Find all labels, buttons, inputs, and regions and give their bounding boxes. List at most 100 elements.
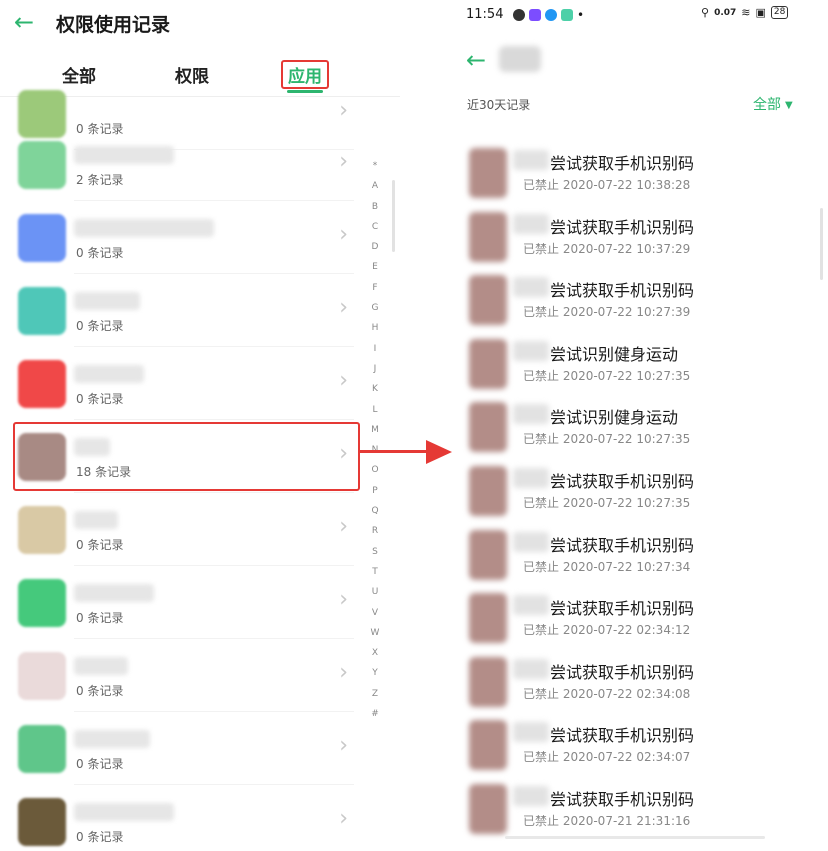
net-speed: 0.07 (714, 7, 737, 18)
scrollbar[interactable] (820, 208, 823, 280)
filter-dropdown[interactable]: 全部 ▼ (753, 94, 793, 114)
record-title: 尝试识别健身运动 (550, 344, 679, 364)
app-list-item[interactable]: 0 条记录 › (14, 713, 354, 785)
alphabet-letter[interactable]: L (366, 400, 384, 420)
app-list-item[interactable]: 0 条记录 › (14, 202, 354, 274)
record-title: 尝试获取手机识别码 (550, 599, 695, 619)
app-notification-icon (545, 9, 557, 21)
chevron-right-icon: › (339, 514, 348, 539)
alphabet-letter[interactable]: H (366, 318, 384, 338)
record-title: 尝试获取手机识别码 (550, 472, 695, 491)
alphabet-letter[interactable]: K (366, 379, 384, 399)
divider (74, 638, 354, 639)
app-icon (469, 529, 507, 580)
record-item: 尝试获取手机识别码已禁止 2020-07-22 10:27:35 (455, 458, 828, 522)
back-arrow-icon[interactable]: ← (14, 10, 34, 34)
alphabet-index[interactable]: *ABCDEFGHIJKLMNOPQRSTUVWXYZ# (366, 156, 384, 724)
app-list-item[interactable]: 0 条记录 › (14, 786, 354, 851)
record-status: 已禁止 2020-07-22 10:27:34 (523, 559, 691, 574)
record-count: 0 条记录 (76, 538, 124, 552)
alphabet-letter[interactable]: M (366, 420, 384, 440)
filter-label: 近30天记录 (467, 98, 531, 112)
divider (74, 492, 354, 493)
alphabet-letter[interactable]: # (366, 704, 384, 724)
alphabet-letter[interactable]: A (366, 176, 384, 196)
app-name-blurred (513, 340, 549, 361)
app-name-blurred (513, 722, 549, 743)
divider (74, 273, 354, 274)
network-icon: ⚲ (701, 6, 710, 19)
alphabet-letter[interactable]: V (366, 603, 384, 623)
app-name-blurred (513, 404, 549, 425)
divider (74, 200, 354, 201)
app-icon (18, 725, 66, 773)
app-notification-icon (529, 9, 541, 21)
alphabet-letter[interactable]: X (366, 643, 384, 663)
alphabet-letter[interactable]: * (366, 156, 384, 176)
app-list-item[interactable]: 0 条记录 › (14, 640, 354, 712)
alphabet-letter[interactable]: C (366, 217, 384, 237)
battery-icon: 28 (770, 6, 789, 19)
alphabet-letter[interactable]: W (366, 623, 384, 643)
app-list-item[interactable]: 0 条记录 › (14, 348, 354, 420)
alphabet-letter[interactable]: U (366, 582, 384, 602)
app-icon (18, 506, 66, 554)
app-name-blurred (74, 730, 150, 748)
nfc-icon: ▣ (755, 6, 766, 19)
alphabet-letter[interactable]: T (366, 562, 384, 582)
app-list-item[interactable]: 0 条记录 › (14, 567, 354, 639)
app-name-blurred (74, 584, 154, 602)
alphabet-letter[interactable]: F (366, 278, 384, 298)
record-item: 尝试获取手机识别码 已禁止 2020-07-22 02:34:12 (455, 585, 828, 649)
scrollbar[interactable] (392, 180, 395, 252)
alphabet-letter[interactable]: Q (366, 501, 384, 521)
home-indicator (505, 836, 765, 839)
back-arrow-icon[interactable]: ← (466, 48, 486, 72)
notification-icons: • (513, 8, 584, 22)
record-count: 0 条记录 (76, 392, 124, 406)
alphabet-letter[interactable]: O (366, 460, 384, 480)
record-status: 已禁止 2020-07-22 10:38:28 (523, 178, 691, 192)
record-item: 尝试获取手机识别码 已禁止 2020-07-22 10:37:29 (455, 204, 828, 268)
alphabet-letter[interactable]: P (366, 481, 384, 501)
record-status: 已禁止 2020-07-22 10:27:35 (523, 496, 691, 510)
alphabet-letter[interactable]: J (366, 359, 384, 379)
record-item: 尝试获取手机识别码 已禁止 2020-07-22 10:27:39 (455, 267, 828, 331)
app-list-item[interactable]: 0 条记录 › (14, 275, 354, 347)
record-count: 0 条记录 (76, 757, 124, 771)
app-list-item[interactable]: 0 条记录 › (14, 494, 354, 566)
alphabet-letter[interactable]: Y (366, 663, 384, 683)
app-icon (18, 360, 66, 408)
record-title: 尝试获取手机识别码 (550, 726, 695, 746)
record-status: 已禁止 2020-07-22 02:34:07 (523, 750, 691, 765)
app-icon (18, 798, 66, 846)
app-name-blurred (513, 213, 549, 234)
record-item: 尝试获取手机识别码 已禁止 2020-07-22 10:27:34 (455, 522, 828, 586)
alphabet-letter[interactable]: Z (366, 684, 384, 704)
record-title: 尝试获取手机识别码 (550, 217, 695, 237)
divider (74, 419, 354, 420)
alphabet-letter[interactable]: B (366, 197, 384, 217)
divider (74, 346, 354, 347)
record-title: 尝试获取手机识别码 (550, 281, 695, 301)
app-icon (469, 466, 507, 516)
alphabet-letter[interactable]: D (366, 237, 384, 257)
dropdown-caret-icon: ▼ (785, 100, 793, 111)
app-icon (18, 579, 66, 627)
chevron-right-icon: › (339, 733, 348, 758)
app-list-item[interactable]: 2 条记录 › (14, 129, 354, 201)
alphabet-letter[interactable]: G (366, 298, 384, 318)
record-count: 0 条记录 (76, 611, 124, 625)
alphabet-letter[interactable]: E (366, 257, 384, 277)
app-name-blurred (74, 146, 174, 164)
app-name-blurred (74, 803, 174, 821)
record-title: 尝试识别健身运动 (550, 408, 679, 428)
record-count: 0 条记录 (76, 246, 124, 260)
record-item: 尝试获取手机识别码已禁止 2020-07-22 02:34:07 (455, 712, 828, 776)
app-icon (469, 275, 507, 326)
alphabet-letter[interactable]: R (366, 521, 384, 541)
alphabet-letter[interactable]: S (366, 542, 384, 562)
detail-header: ← (455, 40, 828, 80)
alphabet-letter[interactable]: I (366, 339, 384, 359)
app-record-detail-screen: 11:54 • ⚲ 0.07 ≋ ▣ 28 ← 近30天记录 全部 ▼ 尝试获取手… (455, 0, 828, 851)
